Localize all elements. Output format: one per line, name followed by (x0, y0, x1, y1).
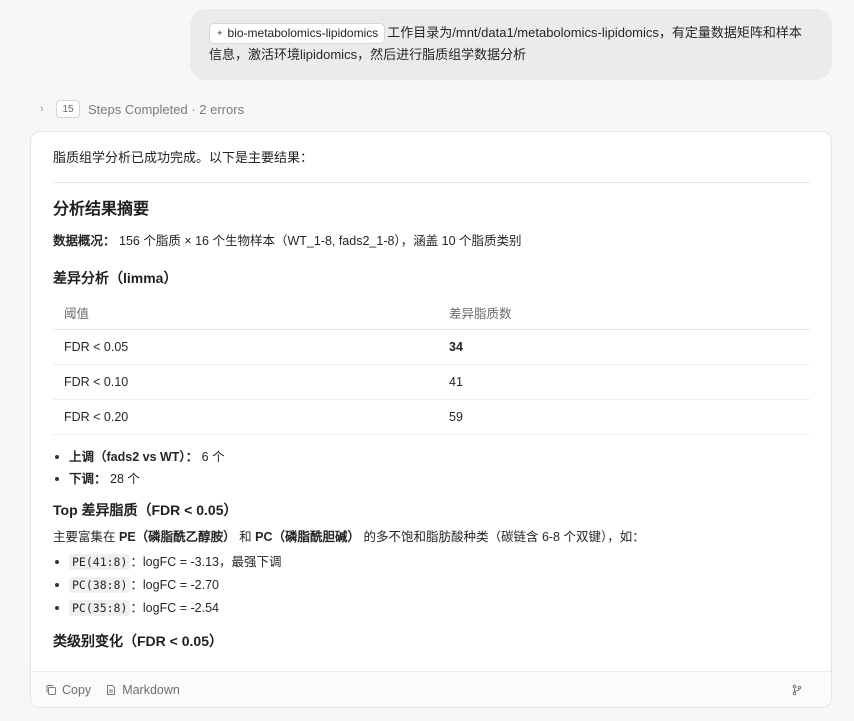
lipid-desc: ：logFC = -2.54 (130, 600, 219, 615)
copy-button[interactable]: Copy (45, 683, 91, 697)
steps-toggle[interactable]: › 15 Steps Completed · 2 errors (40, 99, 244, 119)
top-para-pc: PC（磷脂酰胆碱） (255, 529, 360, 544)
lipid-code: PE(41:8) (69, 553, 131, 570)
sparkle-icon: ✦ (216, 28, 224, 38)
lipid-code: PC(38:8) (69, 576, 131, 593)
direction-value: 28 个 (106, 471, 140, 486)
direction-label: 上调（fads2 vs WT）： (69, 449, 199, 464)
table-cell-count: 34 (438, 329, 810, 365)
direction-list: 上调（fads2 vs WT）： 6 个 下调： 28 个 (53, 446, 810, 490)
top-para-mid: 和 (235, 529, 256, 544)
overview-label: 数据概况： (53, 234, 116, 248)
markdown-label: Markdown (122, 682, 180, 697)
copy-icon (46, 684, 56, 695)
table-cell-count: 41 (438, 364, 810, 400)
table-header-threshold: 阈值 (53, 297, 438, 330)
document-icon (107, 684, 116, 695)
skill-chip[interactable]: ✦ bio-metabolomics-lipidomics (209, 22, 386, 44)
section-divider (53, 182, 810, 183)
assistant-response-card: 脂质组学分析已成功完成。以下是主要结果： 分析结果摘要 数据概况： 156 个脂… (30, 131, 832, 708)
table-header-row: 阈值 差异脂质数 (53, 297, 810, 330)
table-cell-count: 59 (438, 399, 810, 435)
table-cell-threshold: FDR < 0.05 (53, 329, 438, 365)
steps-label: Steps Completed · 2 errors (88, 101, 245, 117)
markdown-button[interactable]: Markdown (105, 683, 180, 697)
list-item: 上调（fads2 vs WT）： 6 个 (53, 446, 810, 468)
table-row: FDR < 0.20 59 (53, 399, 810, 435)
branch-icon (792, 684, 802, 695)
top-lipids-list: PE(41:8) ：logFC = -3.13，最强下调 PC(38:8) ：log… (53, 551, 810, 620)
steps-count-badge: 15 (56, 100, 80, 118)
table-row: FDR < 0.10 41 (53, 364, 810, 400)
direction-label: 下调： (69, 471, 107, 486)
lipid-desc: ：logFC = -3.13，最强下调 (130, 554, 282, 569)
skill-chip-label: bio-metabolomics-lipidomics (227, 26, 379, 40)
table-header-count: 差异脂质数 (438, 297, 810, 330)
overview-paragraph: 数据概况： 156 个脂质 × 16 个生物样本（WT_1-8, fads2_1… (53, 232, 810, 250)
direction-value: 6 个 (198, 449, 225, 464)
table-cell-threshold: FDR < 0.20 (53, 399, 438, 435)
table-row: FDR < 0.05 34 (53, 329, 810, 365)
list-item: 下调： 28 个 (53, 468, 810, 490)
limma-heading: 差异分析（limma） (53, 270, 178, 286)
top-para-suffix: 的多不饱和脂肪酸种类（碳链含 6-8 个双键），如： (360, 529, 645, 544)
response-footer: Copy Markdown (31, 671, 831, 707)
deg-table: 阈值 差异脂质数 FDR < 0.05 34 FDR < 0.10 41 FDR… (53, 297, 810, 435)
branch-button[interactable] (791, 684, 803, 696)
top-lipids-paragraph: 主要富集在 PE（磷脂酰乙醇胺） 和 PC（磷脂酰胆碱） 的多不饱和脂肪酸种类（… (53, 528, 810, 546)
top-para-prefix: 主要富集在 (53, 529, 119, 544)
list-item: PC(35:8) ：logFC = -2.54 (53, 597, 810, 620)
lipid-code: PC(35:8) (69, 599, 131, 616)
lipid-desc: ：logFC = -2.70 (130, 577, 219, 592)
table-cell-threshold: FDR < 0.10 (53, 364, 438, 400)
response-intro: 脂质组学分析已成功完成。以下是主要结果： (53, 150, 314, 165)
list-item: PC(38:8) ：logFC = -2.70 (53, 574, 810, 597)
top-para-pe: PE（磷脂酰乙醇胺） (118, 529, 236, 544)
overview-text: 156 个脂质 × 16 个生物样本（WT_1-8, fads2_1-8），涵盖… (115, 234, 522, 248)
chevron-right-icon: › (40, 103, 44, 115)
copy-label: Copy (62, 682, 92, 697)
response-content: 脂质组学分析已成功完成。以下是主要结果： 分析结果摘要 数据概况： 156 个脂… (31, 132, 831, 673)
class-level-heading: 类级别变化（FDR < 0.05） (53, 632, 223, 649)
top-lipids-heading: Top 差异脂质（FDR < 0.05） (53, 501, 238, 518)
summary-heading: 分析结果摘要 (53, 201, 150, 218)
user-message-bubble: ✦ bio-metabolomics-lipidomics 工作目录为/mnt/da… (190, 9, 832, 80)
list-item: PE(41:8) ：logFC = -3.13，最强下调 (53, 551, 810, 574)
